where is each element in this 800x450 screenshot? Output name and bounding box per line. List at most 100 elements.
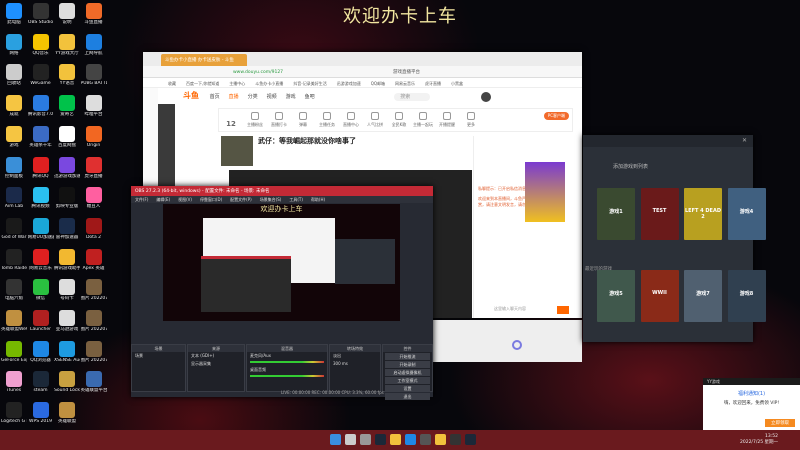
- obs-menu-item[interactable]: 配置文件(P): [230, 197, 252, 202]
- address-bar[interactable]: www.douyu.com/9127 游戏直播平台: [143, 66, 582, 78]
- obs-control-button[interactable]: 启动虚拟摄像机: [385, 369, 430, 376]
- toolbar-item[interactable]: 主播一起玩: [411, 112, 435, 128]
- taskbar-app-icon[interactable]: [375, 434, 386, 445]
- toolbar-item[interactable]: 人气比拼: [363, 112, 387, 128]
- obs-menu-item[interactable]: 视图(V): [178, 197, 192, 202]
- panel-item[interactable]: 300 ms: [330, 360, 380, 367]
- desktop-icon[interactable]: 网络: [1, 33, 27, 56]
- panel-item[interactable]: 淡出: [330, 352, 380, 360]
- desktop-icon[interactable]: 网易UU加速器: [28, 217, 54, 240]
- panel-item[interactable]: 文本 (GDI+): [188, 352, 244, 360]
- add-game-link[interactable]: 添加游戏到列表: [613, 163, 648, 170]
- desktop-icon[interactable]: 游戏: [1, 125, 27, 148]
- panel-item[interactable]: 场景: [132, 352, 185, 360]
- taskbar-app-icon[interactable]: [330, 434, 341, 445]
- obs-control-button[interactable]: 开始推流: [385, 353, 430, 360]
- obs-menu-item[interactable]: 文件(F): [135, 197, 148, 202]
- game-cover[interactable]: TEST: [640, 188, 679, 240]
- nav-item[interactable]: 游戏: [286, 94, 296, 100]
- pc-client-button[interactable]: PC客户端: [543, 112, 569, 120]
- desktop-icon[interactable]: 上网导航: [81, 33, 107, 56]
- bookmark[interactable]: 百度一下,你就知道: [186, 81, 219, 86]
- circle-icon[interactable]: [512, 340, 522, 350]
- obs-menu-item[interactable]: 场景集合(S): [260, 197, 282, 202]
- desktop-icon[interactable]: 图片 20220716: [81, 310, 107, 332]
- desktop-icon[interactable]: iTunes: [1, 371, 27, 393]
- desktop-icon[interactable]: 腾讯QQ: [28, 156, 54, 179]
- desktop-icon[interactable]: 号码卡: [54, 279, 80, 301]
- desktop-icon[interactable]: YY游戏大厅: [54, 33, 80, 56]
- desktop-icon[interactable]: Launcher: [28, 310, 54, 332]
- game-cover[interactable]: 游戏4: [727, 188, 766, 240]
- nav-item[interactable]: 鱼吧: [305, 94, 315, 100]
- desktop-icon[interactable]: Tomb Raider: [1, 248, 27, 271]
- desktop-icon[interactable]: 亚马逊游戏: [54, 310, 80, 332]
- douyu-logo[interactable]: 斗鱼: [183, 91, 199, 100]
- nav-item[interactable]: 分类: [248, 94, 258, 100]
- desktop-icon[interactable]: 斗鱼直播: [81, 3, 107, 25]
- desktop-icon[interactable]: GeForce Experience: [1, 340, 27, 363]
- taskbar-app-icon[interactable]: [420, 434, 431, 445]
- desktop-icon[interactable]: 腾讯视频: [28, 187, 54, 209]
- claim-button[interactable]: 立即领取: [765, 419, 795, 427]
- bookmark[interactable]: 迅游游戏加速: [337, 81, 361, 86]
- obs-control-button[interactable]: 工作室模式: [385, 377, 430, 384]
- desktop-icon[interactable]: God of War: [1, 217, 27, 240]
- desktop-icon[interactable]: Apex 英雄: [81, 248, 107, 271]
- toolbar-item[interactable]: 直播打卡: [267, 112, 291, 128]
- obs-control-button[interactable]: 开始录制: [385, 361, 430, 368]
- game-cover[interactable]: 游戏5: [597, 270, 635, 322]
- desktop-icon[interactable]: 电脑六角: [1, 279, 27, 301]
- desktop-icon[interactable]: Dota 2: [81, 217, 107, 240]
- toolbar-item[interactable]: 全民K歌: [387, 112, 411, 128]
- toolbar-item[interactable]: 弹幕: [291, 112, 315, 128]
- desktop-icon[interactable]: 爱奇艺: [54, 95, 80, 117]
- toolbar-item[interactable]: 更多: [459, 112, 483, 128]
- promo-banner[interactable]: [525, 162, 565, 222]
- desktop-icon[interactable]: 回收站: [1, 64, 27, 86]
- panel-item[interactable]: 麦克风/Aux: [247, 352, 327, 360]
- desktop-icon[interactable]: 百度网盘: [54, 125, 80, 148]
- bookmark[interactable]: 抖音-记录美好生活: [293, 81, 326, 86]
- desktop-icon[interactable]: 英雄联盟: [54, 402, 80, 424]
- desktop-icon[interactable]: 雷神加速器: [54, 217, 80, 240]
- obs-menu-item[interactable]: 帮助(H): [311, 197, 325, 202]
- bookmark[interactable]: 斗鱼办卡小直播: [255, 81, 283, 86]
- send-button[interactable]: [557, 306, 569, 314]
- taskbar-app-icon[interactable]: [390, 434, 401, 445]
- desktop-icon[interactable]: Logitech G HUB: [1, 402, 27, 424]
- browser-tab[interactable]: 斗鱼办卡小直播 办卡送皮肤 - 斗鱼: [161, 54, 247, 66]
- bookmark[interactable]: 网易云音乐: [395, 81, 415, 86]
- nav-item[interactable]: 直播: [229, 94, 239, 100]
- desktop-icon[interactable]: 成就: [1, 95, 27, 117]
- desktop-icon[interactable]: steam: [28, 371, 54, 393]
- taskbar-app-icon[interactable]: [405, 434, 416, 445]
- desktop-icon[interactable]: 哔哩平台: [81, 95, 107, 117]
- toolbar-item[interactable]: 主播粉丝: [243, 112, 267, 128]
- clock[interactable]: 13:52 2022/7/25 星期一: [740, 434, 778, 446]
- desktop-icon[interactable]: WPS 2019: [28, 402, 54, 424]
- desktop-icon[interactable]: 此电脑: [1, 3, 27, 25]
- bookmark[interactable]: 虎牙直播: [425, 81, 441, 86]
- taskbar-app-icon[interactable]: [435, 434, 446, 445]
- obs-menu-item[interactable]: 编辑(E): [156, 197, 170, 202]
- panel-item[interactable]: 显示器采集: [188, 360, 244, 368]
- nav-item[interactable]: 视频: [267, 94, 277, 100]
- panel-item[interactable]: 桌面音频: [247, 366, 327, 374]
- bookmark[interactable]: 主播中心: [229, 81, 245, 86]
- avatar[interactable]: [480, 91, 491, 102]
- site-search[interactable]: 搜索: [394, 93, 431, 101]
- desktop-icon[interactable]: QQ音乐: [28, 33, 54, 56]
- bookmark[interactable]: 小黑盒: [451, 81, 463, 86]
- obs-preview[interactable]: 欢迎办卡上车: [163, 204, 400, 321]
- desktop-icon[interactable]: QQ浏览器: [28, 340, 54, 363]
- obs-menu-item[interactable]: 停靠窗口(D): [200, 197, 222, 202]
- bookmark[interactable]: QQ邮箱: [371, 81, 385, 86]
- chat-input[interactable]: 这里输入聊天内容: [494, 306, 526, 312]
- desktop-icon[interactable]: PUBG BATTLEGROUNDS: [81, 64, 107, 86]
- nav-item[interactable]: 首页: [210, 94, 220, 100]
- desktop-icon[interactable]: WeGame: [28, 64, 54, 86]
- desktop-icon[interactable]: 剪映专业版: [54, 187, 80, 209]
- desktop-icon[interactable]: Sound Lock: [54, 371, 80, 393]
- desktop-icon[interactable]: 控制面板: [1, 156, 27, 179]
